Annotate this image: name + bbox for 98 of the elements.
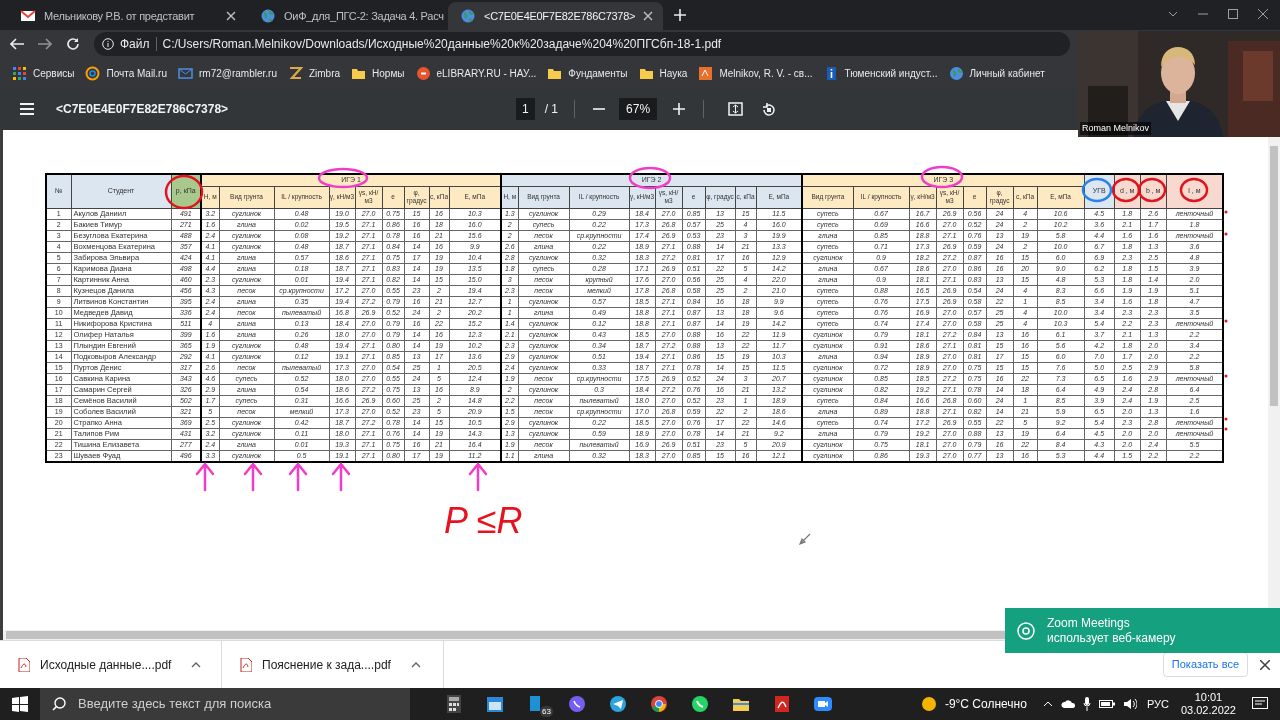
close-icon[interactable] [226, 11, 236, 21]
pen-arrow [195, 462, 215, 492]
download-item[interactable]: Исходные данные....pdf [40, 655, 172, 674]
close-icon[interactable] [643, 11, 654, 21]
rotate-icon[interactable] [761, 101, 777, 117]
pdf-icon[interactable] [772, 694, 792, 714]
close-icon[interactable] [1260, 659, 1270, 670]
pen-dot [1224, 232, 1228, 236]
back-icon[interactable] [10, 38, 24, 50]
pen-dot [1224, 210, 1228, 214]
pen-circle [1081, 177, 1113, 203]
paper-plane-icon[interactable] [608, 694, 628, 714]
url-text: C:/Users/Roman.Melnikov/Downloads/Исходные%20данные%20к%20задаче%204%20ПГСбп-18-1.pdf [162, 36, 722, 53]
download-item[interactable]: Пояснение к зада....pdf [262, 655, 391, 674]
vertical-scrollbar[interactable] [1270, 146, 1278, 406]
browser-tab[interactable]: <C7E0E4E0F7E82E786C7378> [448, 2, 663, 30]
square-badge-icon [698, 65, 714, 81]
globe-icon [260, 8, 276, 24]
language-indicator[interactable]: РУС [1146, 695, 1169, 713]
envelope-icon [178, 65, 193, 81]
globe-icon [460, 8, 476, 24]
notification-message: использует веб-камеру [1047, 630, 1176, 646]
bookmark[interactable]: Наука [638, 65, 688, 81]
calendar-icon[interactable] [485, 694, 505, 714]
windows-logo-icon[interactable] [12, 696, 28, 712]
pen-dot [1224, 427, 1228, 431]
bookmark[interactable]: Сервисы [12, 65, 75, 81]
pen-dot [1224, 319, 1228, 323]
clock-date[interactable]: 03.02.2022 [1180, 704, 1236, 717]
pen-arrow [331, 462, 351, 492]
fit-page-icon[interactable] [728, 102, 744, 116]
video-camera-icon[interactable] [813, 694, 833, 714]
document-title: <C7E0E4E0F7E82E786C7378> [56, 101, 229, 118]
pen-dot [1224, 374, 1228, 378]
pen-dot [1224, 417, 1228, 421]
maximize-icon[interactable] [1228, 9, 1238, 19]
zimbra-icon [287, 65, 303, 81]
bookmark[interactable]: Личный кабинет [948, 65, 1045, 81]
apps-icon [12, 65, 27, 81]
close-icon[interactable] [1258, 9, 1268, 19]
chevron-down-icon[interactable] [1168, 11, 1178, 17]
bookmark[interactable]: Melnikov, R. V. - св... [698, 65, 813, 81]
pen-circle [1111, 177, 1141, 203]
new-tab-icon[interactable] [673, 8, 687, 22]
phone-bubble-icon[interactable] [690, 694, 710, 714]
calculator-icon[interactable] [444, 694, 464, 714]
clock-time[interactable]: 10:01 [1194, 691, 1223, 704]
globe-icon [948, 65, 964, 81]
pen-arrow [288, 462, 308, 492]
handwritten-note: P ≤R [444, 499, 523, 543]
reload-icon[interactable] [66, 37, 80, 51]
cloud-icon[interactable] [1060, 699, 1075, 709]
webcam-icon [1017, 621, 1035, 640]
pdf-file-icon [240, 657, 252, 672]
microphone-icon[interactable] [1082, 697, 1091, 711]
chevron-up-icon[interactable] [191, 661, 202, 668]
info-icon [102, 38, 114, 50]
zoom-level-field[interactable]: 67% [619, 98, 658, 120]
pdf-file-icon [18, 657, 30, 672]
bookmark[interactable]: Тюменский индуст... [823, 65, 938, 81]
pen-arrow [243, 462, 263, 492]
chrome-icon[interactable] [649, 694, 669, 714]
bookmark[interactable]: Нормы [351, 65, 405, 81]
notification-title: Zoom Meetings [1047, 615, 1131, 631]
menu-icon[interactable] [20, 103, 34, 115]
zoom-in-icon[interactable] [673, 103, 686, 115]
pen-cursor-icon [799, 533, 811, 545]
pen-circle [317, 167, 369, 189]
mail-icon [20, 8, 36, 24]
bookmark[interactable]: eLIBRARY.RU - НАУ... [415, 65, 537, 81]
forward-icon[interactable] [38, 38, 52, 50]
sun-icon [920, 696, 937, 712]
search-icon [52, 697, 66, 711]
pen-circle [920, 165, 964, 189]
bookmark[interactable]: Фундаменты [547, 65, 628, 81]
scheme-label: Файл [120, 36, 150, 53]
chat-bubble-icon[interactable] [567, 694, 587, 714]
page-count: / 1 [544, 101, 559, 118]
weather-text: -9°C Солнечно [944, 696, 1027, 713]
pen-circle [164, 174, 204, 210]
bookmark[interactable]: Почта Mail.ru [85, 65, 167, 81]
search-field[interactable]: Введите здесь текст для поиска [40, 688, 410, 720]
pen-circle [1137, 177, 1167, 203]
pen-arrow [468, 462, 488, 492]
badge-count: 63 [540, 706, 553, 717]
pen-circle [1179, 177, 1209, 203]
chevron-up-icon[interactable] [410, 661, 421, 668]
address-field[interactable]: Файл C:/Users/Roman.Melnikov/Downloads/Исходные%20данные%20к%20задаче%204%20ПГСбп-18-1.pdf [94, 32, 1070, 56]
circle-logo-icon [415, 65, 431, 81]
notification-icon[interactable] [1252, 697, 1268, 711]
participant-name: Roman Melnikov [1080, 121, 1152, 135]
page-number-field[interactable]: 1 [516, 98, 535, 120]
speaker-icon[interactable] [1122, 698, 1137, 710]
bookmark[interactable]: rm72@rambler.ru [178, 65, 277, 81]
bookmark[interactable]: Zimbra [287, 65, 341, 81]
pen-circle [628, 166, 672, 190]
at-sign-icon [85, 65, 101, 81]
battery-icon[interactable] [1098, 699, 1115, 709]
